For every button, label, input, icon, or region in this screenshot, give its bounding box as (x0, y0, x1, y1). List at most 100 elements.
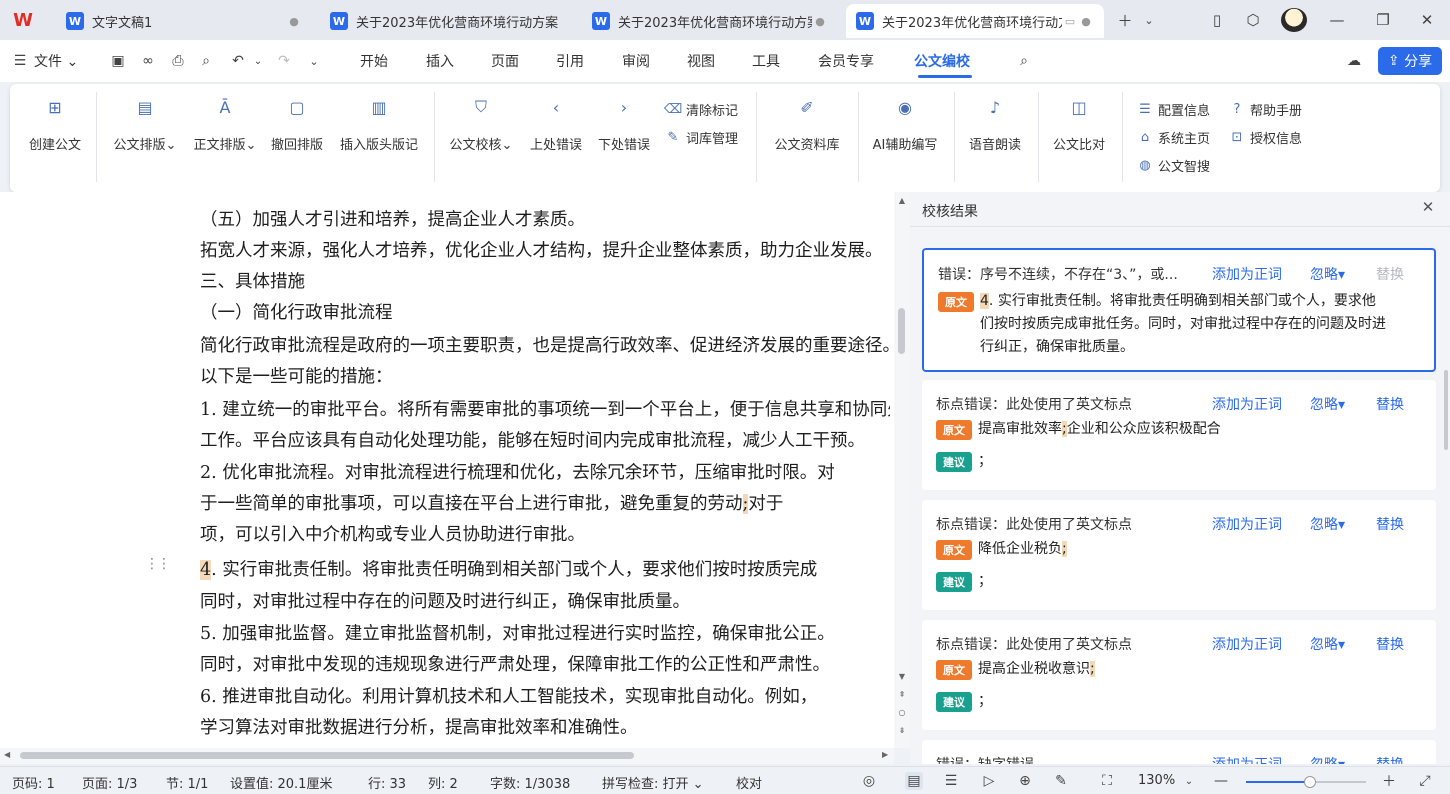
pen-icon[interactable]: ✎ (1052, 772, 1070, 790)
undo-layout-button[interactable]: ▢ 撤回排版 (256, 94, 338, 154)
menu-file[interactable]: 文件 ⌄ (34, 51, 78, 71)
insert-header-button[interactable]: ▥ 插入版头版记 (338, 94, 420, 154)
close-window-icon[interactable]: ✕ (1416, 9, 1438, 31)
ignore-dropdown[interactable]: 忽略▾ (1310, 634, 1345, 654)
screen-icon[interactable]: ▭ (1062, 15, 1078, 28)
zoom-slider-knob[interactable] (1303, 776, 1316, 788)
tab-doc-3[interactable]: W 关于2023年优化营商环境行动方案 ● (582, 4, 838, 38)
save-icon[interactable]: ▣ (108, 51, 128, 71)
next-page-icon[interactable]: ⇟ (897, 726, 907, 735)
zoom-level[interactable]: 130% (1138, 773, 1175, 788)
doc-compare-button[interactable]: ◫ 公文比对 (1038, 94, 1120, 154)
undo-icon[interactable]: ↶ (228, 51, 248, 71)
tab-doc-4-active[interactable]: W 关于2023年优化营商环境行动方案 ▭ ● (846, 4, 1104, 38)
tab-doc-1[interactable]: W 文字文稿1 ● (56, 4, 312, 38)
wps-logo-icon[interactable]: W (10, 8, 36, 32)
scroll-right-icon[interactable]: ▶ (882, 750, 888, 759)
add-to-lexicon-link[interactable]: 添加为正词 (1212, 514, 1282, 534)
add-to-lexicon-link[interactable]: 添加为正词 (1212, 634, 1282, 654)
document-horizontal-scrollbar[interactable]: ◀ ▶ (0, 748, 894, 764)
ignore-dropdown[interactable]: 忽略▾ (1310, 264, 1345, 284)
link-icon[interactable]: ∞ (138, 51, 158, 71)
redo-icon[interactable]: ↷ (274, 51, 294, 71)
tab-doc-2[interactable]: W 关于2023年优化营商环境行动方案 (320, 4, 574, 38)
more-chevron-icon[interactable]: ⌄ (304, 51, 324, 71)
menu-tools[interactable]: 工具 (752, 51, 780, 71)
menu-page[interactable]: 页面 (491, 51, 519, 71)
replace-link[interactable]: 替换 (1376, 634, 1404, 654)
smart-search-button[interactable]: ◍ 公文智搜 (1136, 154, 1210, 176)
zoom-chevron-icon[interactable]: ⌄ (1180, 772, 1198, 790)
fullscreen-icon[interactable]: ⤢ (1416, 772, 1434, 790)
status-row[interactable]: 行: 33 (368, 773, 406, 792)
eye-icon[interactable]: ◎ (860, 772, 878, 790)
minimize-icon[interactable]: — (1326, 9, 1348, 31)
status-spell-check[interactable]: 拼写检查: 打开 ⌄ (602, 773, 704, 792)
menu-member[interactable]: 会员专享 (818, 51, 874, 71)
ignore-dropdown[interactable]: 忽略▾ (1310, 754, 1345, 764)
result-card[interactable]: 标点错误：此处使用了英文标点 添加为正词 忽略▾ 替换 原文 提高审批效率;企业… (922, 380, 1436, 490)
search-icon[interactable]: ⌕ (1014, 51, 1034, 71)
document-vertical-scrollbar[interactable]: ▲ ▼ ⇞ ○ ⇟ (894, 192, 910, 748)
menu-home[interactable]: 开始 (360, 51, 388, 71)
body-layout-button[interactable]: Ā 正文排版⌄ (184, 94, 266, 154)
result-card[interactable]: 标点错误：此处使用了英文标点 添加为正词 忽略▾ 替换 原文 降低企业税负; 建… (922, 500, 1436, 610)
ignore-dropdown[interactable]: 忽略▾ (1310, 514, 1345, 534)
scroll-thumb[interactable] (898, 308, 905, 354)
result-card[interactable]: 标点错误：此处使用了英文标点 添加为正词 忽略▾ 替换 原文 提高企业税收意识;… (922, 620, 1436, 730)
create-doc-button[interactable]: ⊞ 创建公文 (14, 94, 96, 154)
select-browse-icon[interactable]: ○ (897, 708, 907, 717)
restore-icon[interactable]: ❐ (1372, 9, 1394, 31)
ignore-dropdown[interactable]: 忽略▾ (1310, 394, 1345, 414)
document-page[interactable]: （五）加强人才引进和培养，提高企业人才素质。 拓宽人才来源，强化人才培养，优化企… (0, 192, 894, 748)
drag-handle-icon[interactable]: ⋮⋮ (145, 556, 171, 572)
status-pages[interactable]: 页面: 1/3 (82, 773, 137, 792)
tab-dot-icon[interactable]: ● (286, 15, 302, 28)
zoom-in-icon[interactable]: ＋ (1380, 772, 1398, 790)
add-to-lexicon-link[interactable]: 添加为正词 (1212, 394, 1282, 414)
new-tab-icon[interactable]: ＋ (1114, 9, 1136, 31)
hamburger-icon[interactable]: ☰ (10, 51, 30, 71)
tab-list-chevron-icon[interactable]: ⌄ (1138, 9, 1160, 31)
result-card-selected[interactable]: 错误：序号不连续，不存在“3、”，或... 添加为正词 忽略▾ 替换 原文 4.… (922, 248, 1436, 372)
status-setting[interactable]: 设置值: 20.1厘米 (230, 773, 332, 792)
web-view-icon[interactable]: ⊕ (1016, 772, 1034, 790)
replace-link[interactable]: 替换 (1376, 264, 1404, 284)
status-column[interactable]: 列: 2 (428, 773, 458, 792)
zoom-slider[interactable] (1246, 776, 1366, 788)
clear-marks-button[interactable]: ⌫ 清除标记 (664, 98, 738, 120)
config-info-button[interactable]: ☰ 配置信息 (1136, 98, 1210, 120)
outline-view-icon[interactable]: ☰ (942, 772, 960, 790)
result-card[interactable]: 错误：缺字错误 添加为正词 忽略▾ 替换 (922, 740, 1436, 764)
page-view-icon[interactable]: ▤ (905, 772, 923, 790)
tab-dot-icon[interactable]: ● (1078, 15, 1094, 28)
replace-link[interactable]: 替换 (1376, 514, 1404, 534)
scroll-left-icon[interactable]: ◀ (4, 750, 10, 759)
system-home-button[interactable]: ⌂ 系统主页 (1136, 126, 1210, 148)
menu-view[interactable]: 视图 (687, 51, 715, 71)
next-error-button[interactable]: › 下处错误 (583, 94, 665, 154)
doc-library-button[interactable]: ✐ 公文资料库 (766, 94, 848, 154)
license-info-button[interactable]: ⊡ 授权信息 (1228, 126, 1302, 148)
ai-writing-button[interactable]: ◉ AI辅助编写 (864, 94, 946, 154)
sequence-error-highlight[interactable]: 4 (200, 560, 212, 580)
add-to-lexicon-link[interactable]: 添加为正词 (1212, 264, 1282, 284)
panel-scroll-thumb[interactable] (1444, 370, 1448, 450)
scroll-down-icon[interactable]: ▼ (897, 672, 907, 681)
fit-screen-icon[interactable]: ⛶ (1098, 772, 1116, 790)
cloud-icon[interactable]: ☁ (1344, 51, 1364, 71)
zoom-out-icon[interactable]: — (1212, 772, 1230, 790)
avatar[interactable] (1281, 8, 1307, 32)
share-button[interactable]: ⇪ 分享 (1378, 47, 1442, 75)
undo-chevron-icon[interactable]: ⌄ (248, 51, 268, 71)
help-manual-button[interactable]: ? 帮助手册 (1228, 98, 1302, 120)
replace-link[interactable]: 替换 (1376, 394, 1404, 414)
menu-review[interactable]: 审阅 (622, 51, 650, 71)
close-icon[interactable]: ✕ (1418, 198, 1438, 218)
print-icon[interactable]: ⎙ (168, 51, 188, 71)
cube-icon[interactable]: ⬡ (1242, 9, 1264, 31)
print-preview-icon[interactable]: ⌕ (196, 51, 216, 71)
tab-dot-icon[interactable]: ● (812, 15, 828, 28)
add-to-lexicon-link[interactable]: 添加为正词 (1212, 754, 1282, 764)
status-word-count[interactable]: 字数: 1/3038 (490, 773, 570, 792)
